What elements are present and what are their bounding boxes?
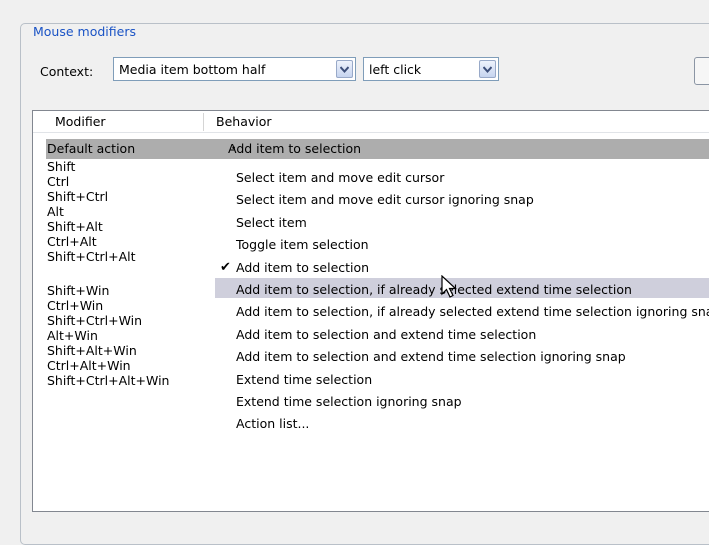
modifier-item[interactable]: Shift bbox=[47, 159, 75, 174]
context-action-value: left click bbox=[369, 62, 422, 77]
modifier-item[interactable]: Ctrl+Alt+Win bbox=[47, 358, 131, 373]
context-side-button[interactable] bbox=[694, 57, 709, 85]
modifier-item[interactable]: Alt+Win bbox=[47, 328, 98, 343]
modifier-item[interactable]: Shift+Ctrl+Alt+Win bbox=[47, 373, 169, 388]
context-action-dropdown[interactable]: left click bbox=[363, 57, 499, 81]
modifier-item[interactable]: Shift+Ctrl+Win bbox=[47, 313, 142, 328]
modifier-item[interactable]: Shift+Ctrl bbox=[47, 189, 108, 204]
behavior-item[interactable]: Add item to selection, if already select… bbox=[236, 280, 632, 300]
behavior-item[interactable]: Add item to selection, if already select… bbox=[236, 302, 709, 322]
modifier-item[interactable]: Ctrl bbox=[47, 174, 69, 189]
behavior-item[interactable]: Extend time selection bbox=[236, 370, 372, 390]
modifier-item[interactable]: Shift+Alt bbox=[47, 219, 103, 234]
context-area-value: Media item bottom half bbox=[119, 62, 266, 77]
column-header-behavior[interactable]: Behavior bbox=[216, 114, 272, 129]
modifier-item[interactable]: Shift+Win bbox=[47, 283, 109, 298]
behavior-item[interactable]: Action list... bbox=[236, 414, 309, 434]
modifier-item[interactable]: Ctrl+Alt bbox=[47, 234, 97, 249]
modifier-item[interactable]: Shift+Alt+Win bbox=[47, 343, 137, 358]
modifier-item[interactable]: Shift+Ctrl+Alt bbox=[47, 249, 136, 264]
default-action-row[interactable] bbox=[46, 139, 709, 159]
behavior-item[interactable]: Select item and move edit cursor ignorin… bbox=[236, 190, 534, 210]
chevron-down-icon[interactable] bbox=[479, 60, 496, 78]
behavior-item[interactable]: Extend time selection ignoring snap bbox=[236, 392, 462, 412]
list-header: Modifier Behavior bbox=[33, 111, 709, 133]
default-modifier-label: Default action bbox=[47, 141, 136, 156]
behavior-item[interactable]: Add item to selection bbox=[236, 258, 369, 278]
behavior-item[interactable]: Add item to selection and extend time se… bbox=[236, 325, 536, 345]
modifier-item[interactable]: Alt bbox=[47, 204, 64, 219]
behavior-item[interactable]: Select item and move edit cursor bbox=[236, 168, 444, 188]
mouse-cursor-icon bbox=[441, 275, 458, 298]
checkmark-icon: ✔ bbox=[220, 259, 231, 275]
context-label: Context: bbox=[40, 64, 94, 79]
column-divider[interactable] bbox=[203, 113, 204, 131]
group-title: Mouse modifiers bbox=[30, 24, 139, 39]
context-area-dropdown[interactable]: Media item bottom half bbox=[113, 57, 356, 81]
modifier-behavior-list[interactable]: Modifier Behavior Default action • Add i… bbox=[32, 110, 709, 512]
behavior-item[interactable]: Toggle item selection bbox=[236, 235, 369, 255]
chevron-down-icon[interactable] bbox=[336, 60, 353, 78]
behavior-item[interactable]: Add item to selection and extend time se… bbox=[236, 347, 626, 367]
column-header-modifier[interactable]: Modifier bbox=[55, 114, 106, 129]
modifier-item[interactable]: Ctrl+Win bbox=[47, 298, 103, 313]
behavior-item[interactable]: Select item bbox=[236, 213, 307, 233]
default-behavior-label: Add item to selection bbox=[228, 141, 362, 156]
